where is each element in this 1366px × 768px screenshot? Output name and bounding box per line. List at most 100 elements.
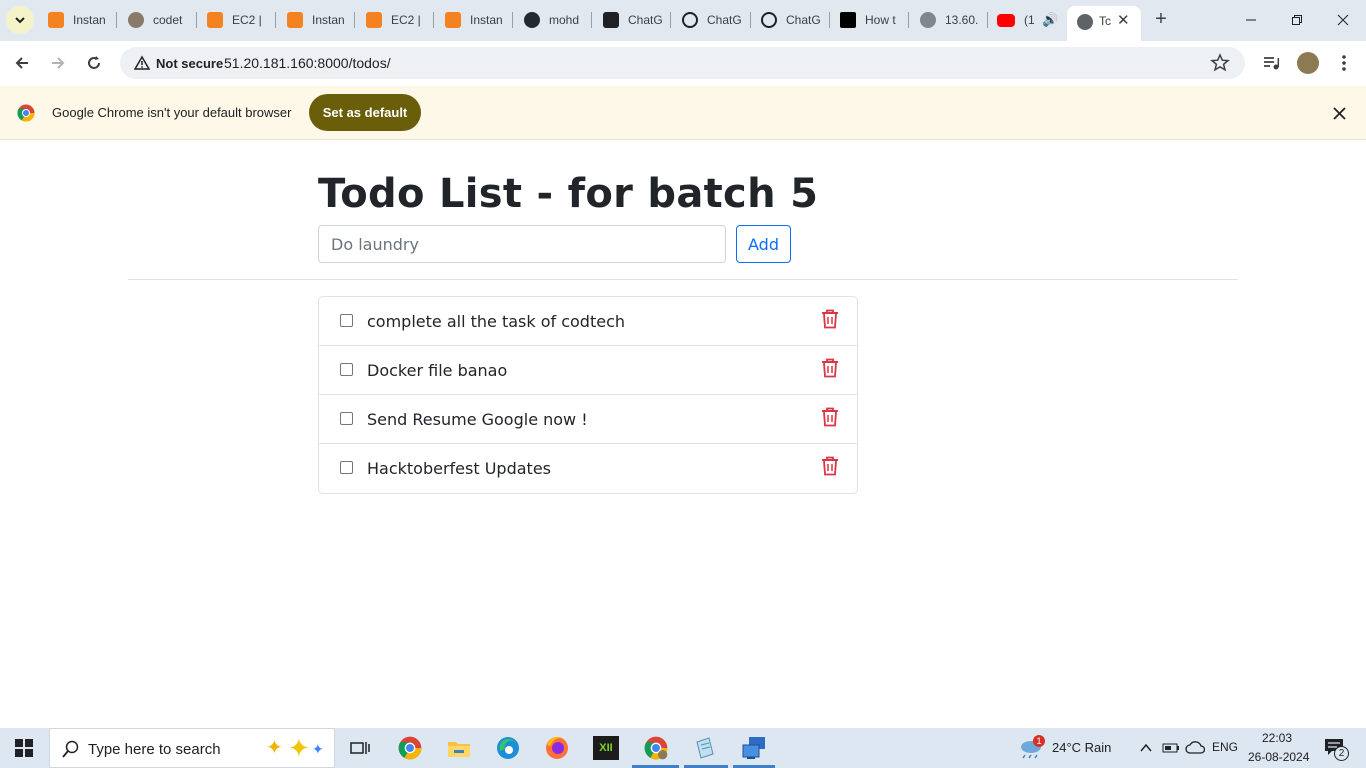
tab-divider <box>433 12 434 28</box>
close-window-button[interactable] <box>1320 0 1366 40</box>
aws-icon <box>48 12 64 28</box>
page-content: Todo List - for batch 5 Add complete all… <box>0 141 1366 728</box>
tab-item[interactable]: ChatG <box>761 6 820 34</box>
xii-app-icon: XII <box>593 736 619 760</box>
tab-item-active[interactable]: Tc ✕ <box>1067 6 1141 41</box>
tab-label: Instan <box>470 13 503 27</box>
close-icon[interactable] <box>1333 107 1346 120</box>
restore-button[interactable] <box>1274 0 1320 40</box>
todo-checkbox[interactable] <box>340 461 353 474</box>
minimize-button[interactable] <box>1228 0 1274 40</box>
set-default-button[interactable]: Set as default <box>309 94 421 131</box>
reload-icon <box>88 56 100 69</box>
forward-button[interactable] <box>44 49 72 77</box>
chrome-logo-icon <box>17 104 35 122</box>
close-tab-icon[interactable]: ✕ <box>1117 11 1130 29</box>
avatar-icon <box>128 12 144 28</box>
tab-item[interactable]: codet <box>128 6 187 34</box>
taskbar-chrome[interactable] <box>396 734 424 762</box>
warning-icon <box>134 55 150 70</box>
trash-icon[interactable] <box>821 309 839 329</box>
todo-input[interactable] <box>318 225 726 263</box>
speaker-icon[interactable]: 🔊 <box>1042 12 1058 28</box>
taskbar-search[interactable]: Type here to search ✦ ✦ ✦ <box>49 728 335 768</box>
trash-icon[interactable] <box>821 456 839 476</box>
tab-item[interactable]: ChatG <box>603 6 662 34</box>
more-vert-icon <box>1342 55 1346 71</box>
start-button[interactable] <box>0 728 48 768</box>
tab-item[interactable]: EC2 | <box>207 6 266 34</box>
tab-label: Instan <box>312 13 345 27</box>
new-tab-button[interactable]: + <box>1150 8 1172 30</box>
url-text[interactable]: 51.20.181.160:8000/todos/ <box>224 55 391 71</box>
tab-item[interactable]: Instan <box>287 6 346 34</box>
language-indicator[interactable]: ENG <box>1212 740 1238 754</box>
arrow-right-icon <box>52 57 65 69</box>
taskbar-notepad[interactable] <box>691 734 719 762</box>
chevron-up-icon[interactable] <box>1140 743 1152 753</box>
back-button[interactable] <box>8 49 36 77</box>
security-indicator[interactable]: Not secure <box>128 52 231 74</box>
todo-checkbox[interactable] <box>340 314 353 327</box>
clock-date[interactable]: 26-08-2024 <box>1248 750 1309 764</box>
weather-text[interactable]: 24°C Rain <box>1052 740 1111 755</box>
task-view-button[interactable] <box>346 734 374 762</box>
tab-item[interactable]: 13.60. <box>920 6 979 34</box>
taskbar-xii-app[interactable]: XII <box>592 734 620 762</box>
tab-label: 13.60. <box>945 13 979 27</box>
todo-text: complete all the task of codtech <box>367 312 626 331</box>
tab-item[interactable]: Instan <box>445 6 504 34</box>
tab-label: (1 <box>1024 13 1035 27</box>
tab-item[interactable]: Instan <box>48 6 107 34</box>
tab-item[interactable]: EC2 | <box>366 6 425 34</box>
add-button[interactable]: Add <box>736 225 791 263</box>
tab-item[interactable]: (1 🔊 <box>997 6 1058 34</box>
youtube-icon <box>997 13 1015 27</box>
search-icon <box>62 740 79 758</box>
bookmark-star-icon[interactable] <box>1210 53 1230 73</box>
taskbar-remote-desktop[interactable] <box>740 734 768 762</box>
todo-checkbox[interactable] <box>340 412 353 425</box>
taskbar-firefox[interactable] <box>543 734 571 762</box>
aws-icon <box>287 12 303 28</box>
clock-time[interactable]: 22:03 <box>1262 731 1292 745</box>
trash-icon[interactable] <box>821 358 839 378</box>
todo-item: Docker file banao <box>319 346 857 395</box>
tab-label: ChatG <box>786 13 820 27</box>
notification-center-button[interactable]: 2 <box>1324 738 1349 761</box>
tab-divider <box>512 12 513 28</box>
minimize-icon <box>1246 19 1256 21</box>
profile-button[interactable] <box>1294 49 1322 77</box>
medium-icon <box>840 12 856 28</box>
tab-divider <box>750 12 751 28</box>
network-cloud-icon[interactable] <box>1185 741 1205 755</box>
folder-icon <box>448 742 470 757</box>
sparkle-icon: ✦ <box>288 733 310 763</box>
tab-search-button[interactable] <box>6 6 34 34</box>
taskbar-file-explorer[interactable] <box>445 734 473 762</box>
tab-label: codet <box>153 13 183 27</box>
taskbar-chrome-profile[interactable] <box>642 734 670 762</box>
battery-icon[interactable] <box>1162 742 1180 754</box>
tab-label: EC2 | <box>391 13 421 27</box>
menu-button[interactable] <box>1330 49 1358 77</box>
task-view-icon <box>350 742 370 754</box>
address-bar[interactable]: Not secure 51.20.181.160:8000/todos/ <box>120 47 1245 79</box>
todo-text: Docker file banao <box>367 361 508 380</box>
tab-item[interactable]: mohd <box>524 6 583 34</box>
sparkle-icon: ✦ <box>312 741 324 757</box>
reload-button[interactable] <box>80 49 108 77</box>
trash-icon[interactable] <box>821 407 839 427</box>
tab-item[interactable]: ChatG <box>682 6 741 34</box>
tab-divider <box>116 12 117 28</box>
tab-strip: Instan codet EC2 | Instan EC2 | Instan m… <box>0 0 1366 41</box>
weather-widget[interactable]: 1 <box>1018 735 1045 764</box>
page-title: Todo List - for batch 5 <box>318 171 819 217</box>
media-controls-button[interactable] <box>1258 49 1286 77</box>
chatgpt-icon <box>761 12 777 28</box>
todo-checkbox[interactable] <box>340 363 353 376</box>
tab-divider <box>670 12 671 28</box>
tab-item[interactable]: How t <box>840 6 899 34</box>
default-browser-infobar: Google Chrome isn't your default browser… <box>0 86 1366 140</box>
taskbar-edge[interactable] <box>494 734 522 762</box>
